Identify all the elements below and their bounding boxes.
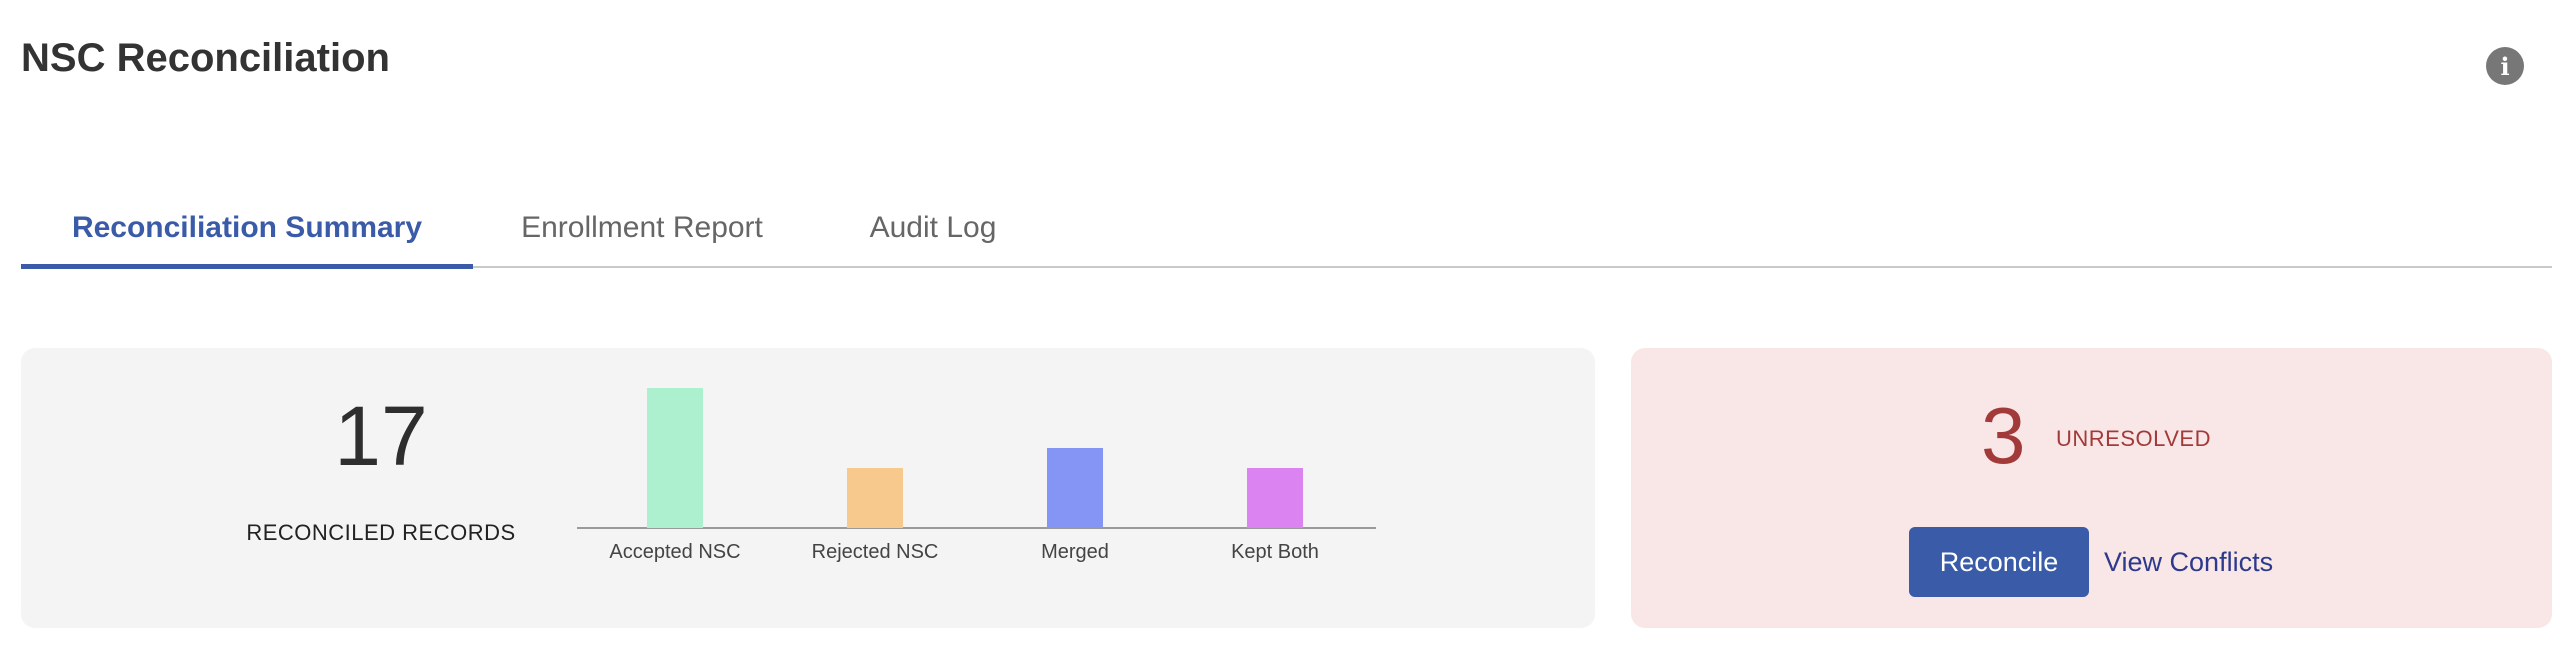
tab-bar: Reconciliation Summary Enrollment Report… xyxy=(21,190,2552,269)
reconcile-button[interactable]: Reconcile xyxy=(1909,527,2089,597)
bar-label-kept-both: Kept Both xyxy=(1231,541,1319,563)
tab-audit-log[interactable]: Audit Log xyxy=(857,190,1009,266)
bar-label-merged: Merged xyxy=(1041,541,1109,563)
tab-reconciliation-summary[interactable]: Reconciliation Summary xyxy=(21,190,473,269)
info-icon[interactable]: i xyxy=(2486,47,2524,85)
unresolved-card: 3 UNRESOLVED Reconcile View Conflicts xyxy=(1631,348,2552,628)
bar-accepted-nsc xyxy=(647,388,703,528)
bar-label-accepted-nsc: Accepted NSC xyxy=(609,541,740,563)
reconciliation-bar-chart: Accepted NSC Rejected NSC Merged Kept Both xyxy=(577,388,1376,563)
page-title: NSC Reconciliation xyxy=(21,36,390,80)
bar-merged xyxy=(1047,448,1103,528)
reconciliation-summary-card: 17 RECONCILED RECORDS Accepted NSC Reject… xyxy=(21,348,1595,628)
unresolved-label: UNRESOLVED xyxy=(2056,426,2211,451)
bar-label-rejected-nsc: Rejected NSC xyxy=(812,541,939,563)
bar-kept-both xyxy=(1247,468,1303,528)
unresolved-count: 3 xyxy=(1981,391,2026,480)
bar-rejected-nsc xyxy=(847,468,903,528)
tab-enrollment-report[interactable]: Enrollment Report xyxy=(507,190,777,266)
view-conflicts-link[interactable]: View Conflicts xyxy=(2104,527,2273,597)
